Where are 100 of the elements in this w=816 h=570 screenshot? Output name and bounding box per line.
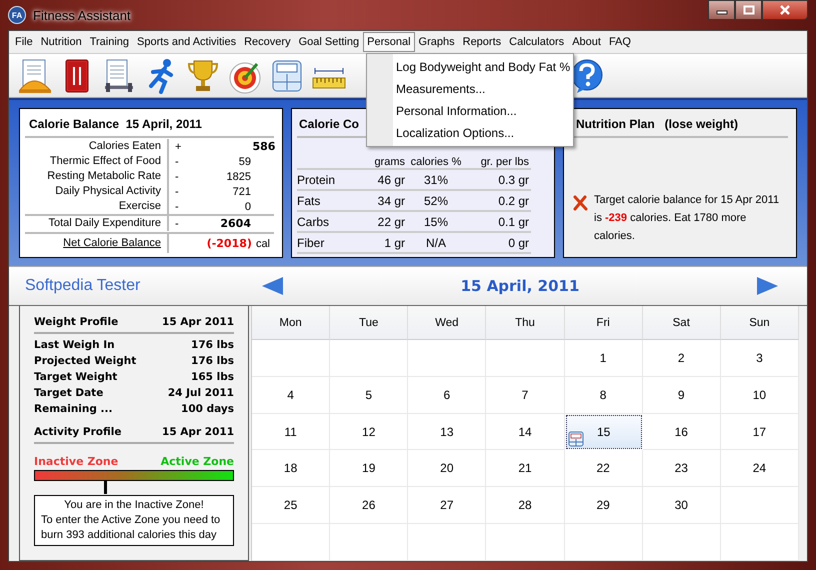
menu-item[interactable]: Recovery [240, 32, 295, 52]
day-cell[interactable]: 19 [330, 450, 408, 488]
day-cell[interactable]: 27 [408, 487, 486, 524]
menu-option[interactable]: Measurements... [367, 78, 573, 100]
day-number: 22 [596, 461, 610, 476]
day-cell[interactable]: 13 [408, 414, 486, 450]
day-cell[interactable]: 2 [642, 340, 721, 377]
day-cell[interactable]: 20 [408, 450, 486, 488]
column-header: gr. per lbs [480, 157, 529, 168]
day-number: 23 [674, 461, 688, 476]
maximize-button[interactable] [735, 0, 762, 20]
section-title: Activity Profile [34, 426, 122, 438]
day-cell[interactable]: 7 [486, 376, 565, 414]
menu-item[interactable]: About [568, 32, 605, 52]
menu-option[interactable]: Log Bodyweight and Body Fat % [367, 56, 573, 78]
day-number: 1 [600, 350, 606, 365]
day-number: 27 [440, 498, 454, 512]
day-number: 28 [518, 498, 532, 512]
weekday-header: Wed [408, 306, 486, 340]
day-cell[interactable]: 4 [252, 376, 330, 414]
day-number: 20 [440, 461, 454, 476]
day-number: 30 [674, 498, 688, 512]
column-header: grams [373, 157, 405, 168]
day-number: 18 [284, 461, 298, 476]
day-cell[interactable]: 23 [642, 450, 721, 488]
table-cell-text: N/A [424, 236, 447, 250]
calendar-date-title: 15 April, 2011 [460, 277, 580, 295]
day-cell[interactable]: 18 [252, 450, 330, 488]
table-cell-text: 1 gr [383, 236, 405, 250]
day-cell[interactable]: 24 [720, 450, 799, 488]
day-cell[interactable]: 21 [486, 450, 565, 488]
day-cell[interactable]: 9 [642, 376, 721, 414]
menu-item[interactable]: Calculators [505, 32, 568, 52]
weekday-header: Fri [564, 306, 643, 340]
sign-label: + [174, 140, 182, 152]
cross-icon [572, 195, 588, 211]
minimize-button[interactable] [708, 0, 735, 20]
row-label: Carbs [297, 214, 330, 228]
day-cell[interactable]: 26 [330, 487, 408, 524]
document-icon[interactable] [17, 58, 53, 94]
day-cell[interactable]: 8 [564, 376, 643, 414]
day-cell[interactable]: 1 [564, 340, 643, 377]
sign-label: - [174, 200, 180, 212]
day-cell[interactable]: 16 [642, 414, 721, 450]
day-cell[interactable]: 28 [486, 487, 565, 524]
table-cell-text: 34 gr [376, 194, 405, 208]
field-label: Target Weight [34, 371, 118, 383]
day-cell[interactable]: 11 [252, 414, 330, 450]
day-cell[interactable]: 22 [564, 450, 643, 488]
field-value: 176 lbs [191, 355, 234, 367]
field-value: 15 Apr 2011 [162, 426, 234, 438]
previous-arrow-icon[interactable] [261, 276, 285, 296]
day-cell[interactable]: 14 [486, 414, 565, 450]
menu-item[interactable]: Reports [458, 32, 506, 52]
menu-item[interactable]: FAQ [604, 32, 635, 52]
close-button[interactable] [762, 0, 808, 20]
day-number: 16 [674, 424, 688, 439]
field-label: Last Weigh In [34, 339, 115, 351]
menu-item[interactable]: Nutrition [36, 32, 86, 52]
trophy-icon[interactable] [185, 58, 221, 94]
net-balance-link[interactable]: Net Calorie Balance [25, 234, 169, 253]
maximize-icon [742, 5, 754, 15]
day-cell[interactable]: 5 [330, 376, 408, 414]
column-header: calories % [410, 157, 462, 168]
zone-status-text: You are in the Inactive Zone! [63, 498, 205, 513]
zone-advice-text: To enter the Active Zone you need to burn 393 additional calories this day [41, 513, 222, 543]
field-value: 24 Jul 2011 [168, 387, 234, 399]
menu-item[interactable]: File [11, 32, 37, 52]
nutrition-message: Target calorie balance for 15 Apr 2011 is -239 calories. Eat 1780 more calories. [594, 193, 780, 244]
day-number: 13 [440, 424, 454, 439]
table-cell-text: 22 gr [376, 214, 405, 228]
row-label: Thermic Effect of Food [25, 154, 169, 169]
net-balance-value: (-2018) [206, 237, 252, 250]
day-cell[interactable]: 10 [720, 376, 799, 414]
menu-item[interactable]: Graphs [414, 32, 459, 52]
table-cell-text: 31% [422, 172, 450, 186]
day-cell[interactable]: 6 [408, 376, 486, 414]
row-value: 2604 [219, 217, 251, 230]
day-cell[interactable]: 17 [720, 414, 799, 450]
close-icon [778, 5, 792, 15]
field-label: Remaining ... [34, 403, 113, 415]
day-number: 5 [365, 388, 372, 402]
day-cell[interactable]: 30 [642, 487, 721, 524]
menu-item[interactable]: Training [86, 32, 134, 52]
panel-title: Calorie Balance 15 April, 2011 [25, 115, 274, 138]
day-cell[interactable]: 29 [564, 487, 643, 524]
next-arrow-icon[interactable] [755, 276, 779, 296]
table-cell-text: 0 gr [507, 236, 529, 250]
weekday-header: Sun [720, 306, 799, 340]
day-cell[interactable]: 12 [330, 414, 408, 450]
menu-item[interactable]: Personal [363, 32, 415, 52]
row-value: 0 [244, 200, 251, 212]
row-label: Exercise [25, 199, 169, 214]
day-cell[interactable]: 15 [566, 414, 642, 450]
weekday-header: Tue [330, 306, 408, 340]
menu-item[interactable]: Sports and Activities [133, 32, 240, 52]
field-label: Projected Weight [34, 355, 136, 367]
day-cell[interactable]: 25 [252, 487, 330, 524]
menu-item[interactable]: Goal Setting [294, 32, 364, 52]
day-cell[interactable]: 3 [720, 340, 799, 377]
